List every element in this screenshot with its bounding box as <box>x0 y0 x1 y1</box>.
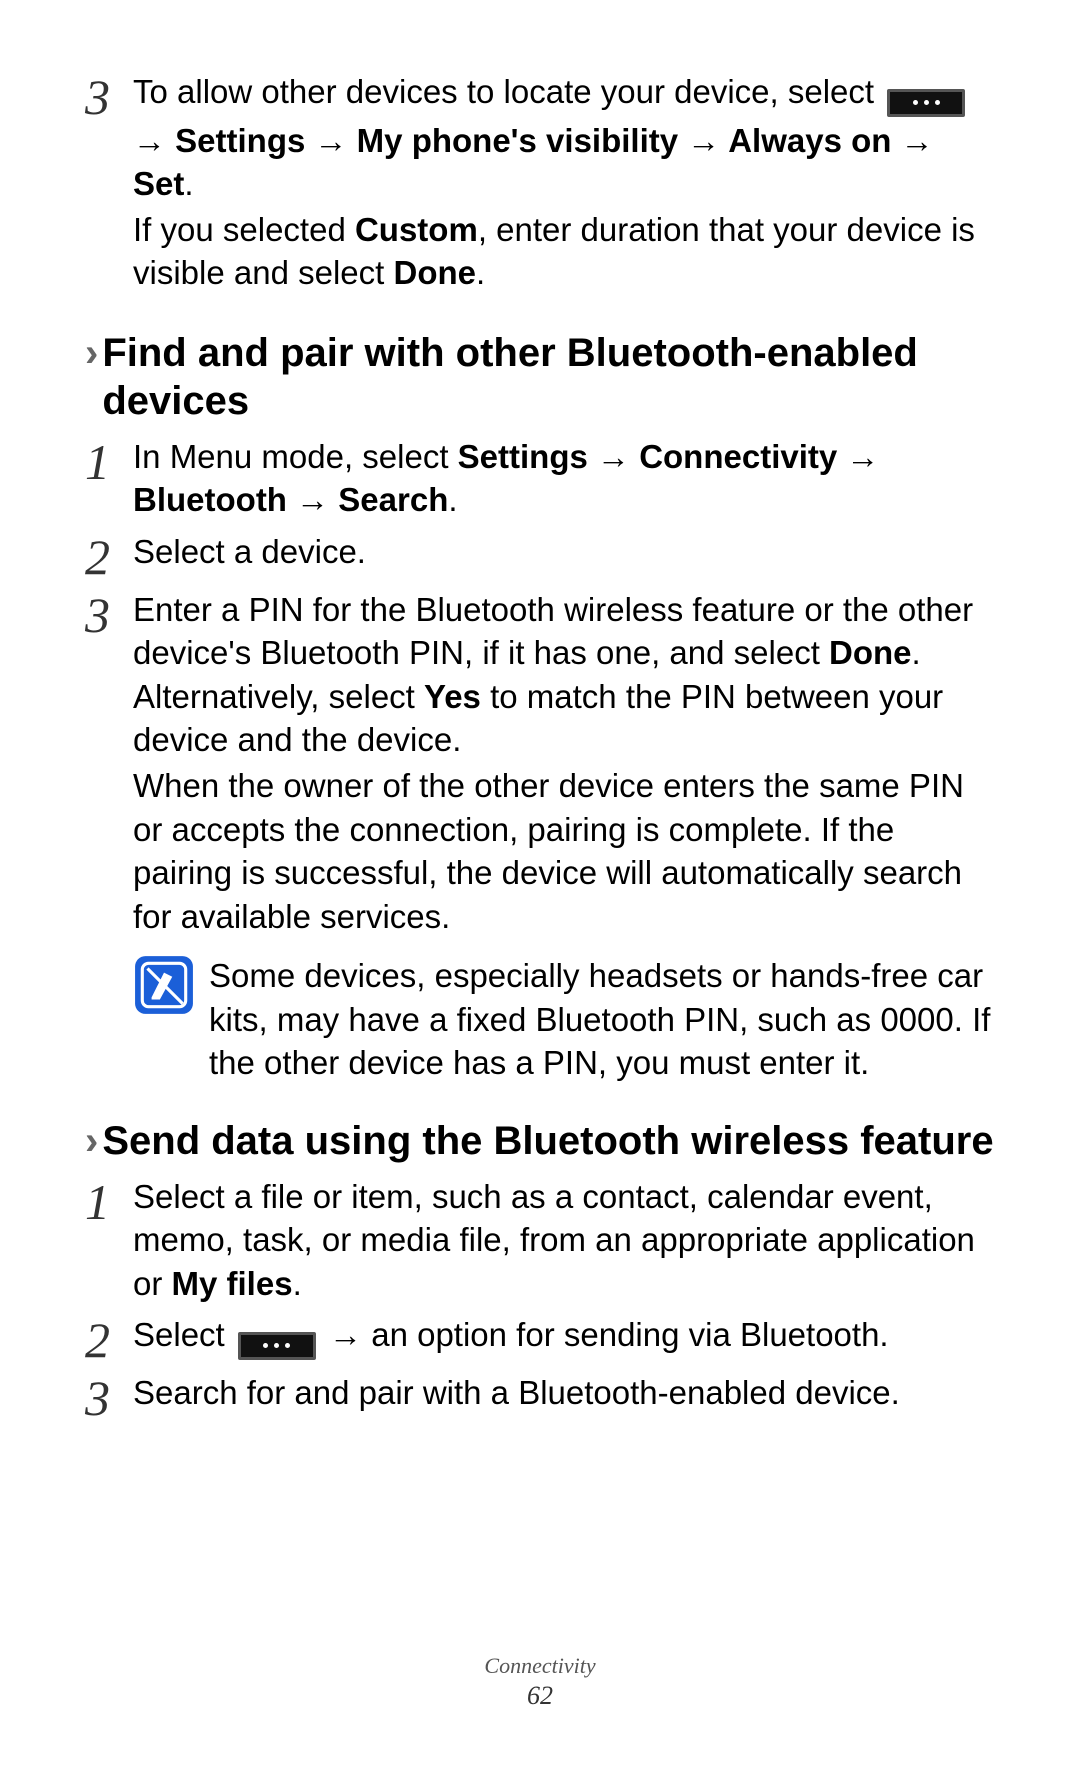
nav-path: → Settings → My phone's visibility → Alw… <box>133 122 934 203</box>
step-number: 3 <box>85 1371 133 1423</box>
period: . <box>184 165 193 202</box>
step-item: 1 In Menu mode, select Settings → Connec… <box>85 435 995 524</box>
step-text: . <box>476 254 485 291</box>
more-options-icon <box>887 89 965 117</box>
page-footer: Connectivity 62 <box>0 1653 1080 1711</box>
step-body: Select a device. <box>133 530 995 576</box>
step-item: 2 Select a device. <box>85 530 995 582</box>
footer-section-label: Connectivity <box>0 1653 1080 1679</box>
bold-text: Yes <box>424 678 481 715</box>
step-text: When the owner of the other device enter… <box>133 764 995 938</box>
step-body: Select → an option for sending via Bluet… <box>133 1313 995 1362</box>
step-number: 3 <box>85 70 133 122</box>
step-body: Enter a PIN for the Bluetooth wireless f… <box>133 588 995 940</box>
note-icon <box>133 954 195 1016</box>
step-body: Select a file or item, such as a contact… <box>133 1175 995 1308</box>
step-item: 3 To allow other devices to locate your … <box>85 70 995 297</box>
step-text: . <box>293 1265 302 1302</box>
bold-text: My files <box>172 1265 293 1302</box>
step-text: To allow other devices to locate your de… <box>133 73 883 110</box>
step-number: 2 <box>85 530 133 582</box>
step-text: In Menu mode, select <box>133 438 458 475</box>
step-item: 3 Search for and pair with a Bluetooth-e… <box>85 1371 995 1423</box>
step-text: . <box>448 481 457 518</box>
step-body: To allow other devices to locate your de… <box>133 70 995 297</box>
step-number: 1 <box>85 435 133 487</box>
step-number: 2 <box>85 1313 133 1365</box>
step-text: Search for and pair with a Bluetooth-ena… <box>133 1371 995 1415</box>
chevron-icon: › <box>85 1117 98 1165</box>
step-item: 1 Select a file or item, such as a conta… <box>85 1175 995 1308</box>
bold-text: Done <box>829 634 912 671</box>
footer-page-number: 62 <box>0 1681 1080 1711</box>
step-text: Select a device. <box>133 530 995 574</box>
section-heading: › Find and pair with other Bluetooth-ena… <box>85 329 995 425</box>
step-number: 3 <box>85 588 133 640</box>
step-text: → an option for sending via Bluetooth. <box>329 1316 889 1353</box>
heading-text: Send data using the Bluetooth wireless f… <box>102 1117 993 1165</box>
chevron-icon: › <box>85 329 98 377</box>
bold-text: Custom <box>355 211 478 248</box>
heading-text: Find and pair with other Bluetooth-enabl… <box>102 329 995 425</box>
bold-text: Done <box>393 254 476 291</box>
step-body: In Menu mode, select Settings → Connecti… <box>133 435 995 524</box>
section-heading: › Send data using the Bluetooth wireless… <box>85 1117 995 1165</box>
step-item: 3 Enter a PIN for the Bluetooth wireless… <box>85 588 995 940</box>
note-text: Some devices, especially headsets or han… <box>209 954 995 1085</box>
step-body: Search for and pair with a Bluetooth-ena… <box>133 1371 995 1417</box>
page-content: 3 To allow other devices to locate your … <box>0 0 1080 1423</box>
step-text: If you selected <box>133 211 355 248</box>
step-number: 1 <box>85 1175 133 1227</box>
step-item: 2 Select → an option for sending via Blu… <box>85 1313 995 1365</box>
more-options-icon <box>238 1332 316 1360</box>
note-block: Some devices, especially headsets or han… <box>133 954 995 1085</box>
step-text: Select <box>133 1316 234 1353</box>
